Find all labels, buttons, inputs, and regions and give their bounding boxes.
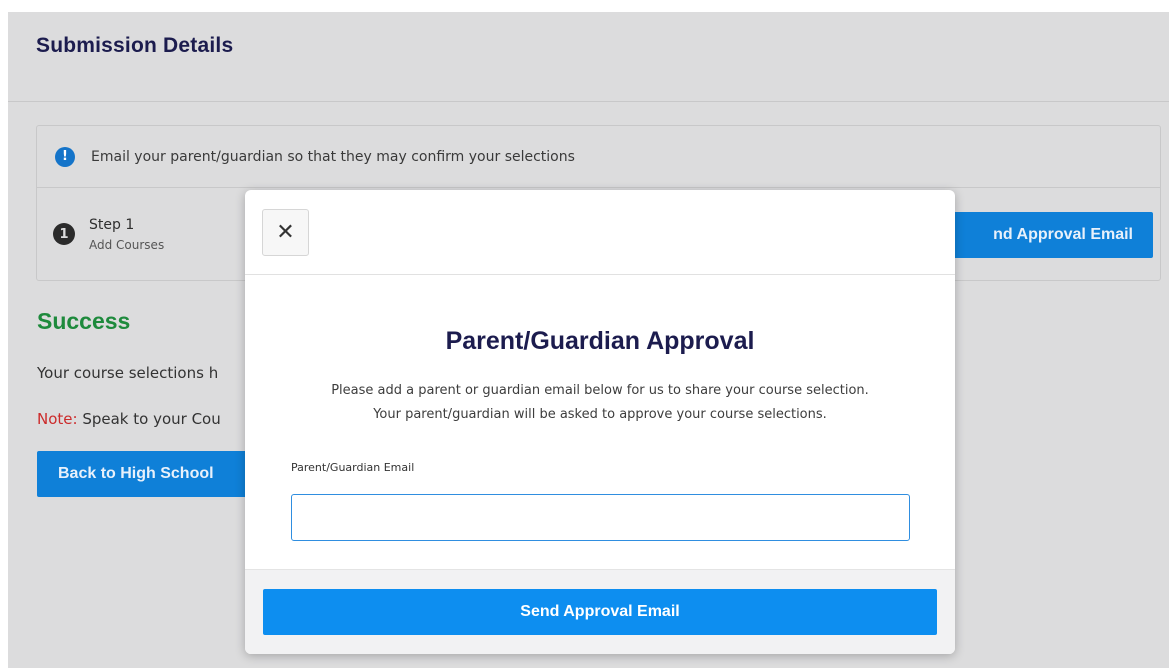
success-message: Your course selections h [37, 364, 219, 382]
modal-footer: Send Approval Email [245, 569, 955, 654]
page-header: Submission Details [8, 12, 1169, 102]
modal-description-line2: Your parent/guardian will be asked to ap… [373, 407, 827, 422]
back-to-high-school-button: Back to High School [37, 451, 267, 497]
send-approval-email-button[interactable]: Send Approval Email [263, 589, 937, 635]
notice-row: ! Email your parent/guardian so that the… [37, 126, 1160, 188]
info-icon: ! [55, 146, 75, 167]
success-title: Success [37, 308, 131, 334]
close-icon: ✕ [276, 220, 295, 245]
step-number-icon: 1 [53, 223, 75, 245]
note-message: Note: Speak to your Cou [37, 410, 221, 428]
modal-body: Parent/Guardian Approval Please add a pa… [245, 275, 955, 569]
notice-text: Email your parent/guardian so that they … [91, 148, 575, 165]
step-label: Step 1 [89, 216, 135, 233]
modal-description-line1: Please add a parent or guardian email be… [331, 383, 869, 398]
screen: Submission Details ! Email your parent/g… [0, 0, 1169, 668]
modal-title: Parent/Guardian Approval [445, 327, 755, 355]
modal-description: Please add a parent or guardian email be… [245, 379, 955, 427]
note-text: Speak to your Cou [77, 410, 221, 428]
close-button[interactable]: ✕ [262, 209, 309, 256]
page-title: Submission Details [36, 34, 234, 57]
modal-header: ✕ [245, 190, 955, 275]
parent-email-input[interactable] [291, 494, 910, 541]
email-label: Parent/Guardian Email [291, 461, 415, 474]
step-text: Step 1 Add Courses [89, 217, 164, 252]
step-sublabel: Add Courses [89, 237, 165, 252]
background-send-approval-button: nd Approval Email [946, 212, 1153, 258]
approval-modal: ✕ Parent/Guardian Approval Please add a … [245, 190, 955, 654]
note-label: Note: [37, 410, 78, 428]
